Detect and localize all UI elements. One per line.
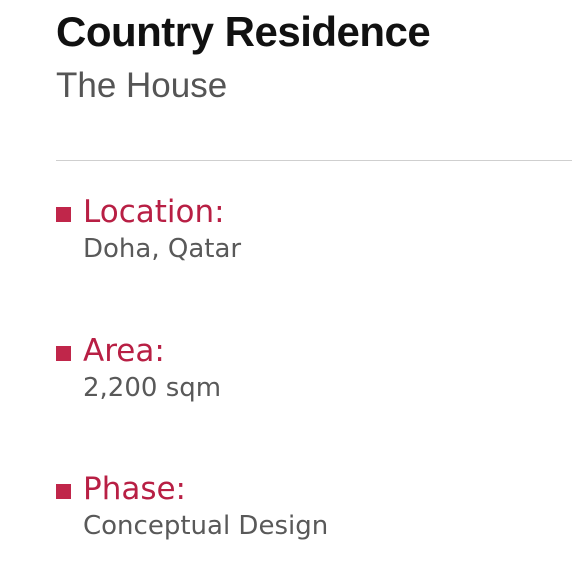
square-bullet-icon (56, 206, 71, 222)
area-value: 2,200 sqm (83, 373, 222, 403)
area-label-row: Area: (56, 331, 556, 371)
divider (56, 160, 572, 161)
phase-label-row: Phase: (56, 469, 556, 509)
location-label-row: Location: (56, 192, 556, 232)
phase-value: Conceptual Design (83, 511, 329, 541)
page-title: Country Residence (56, 8, 431, 55)
phase-label: Phase: (83, 471, 187, 507)
area-field: Area: 2,200 sqm (56, 331, 556, 403)
square-bullet-icon (56, 345, 71, 361)
page-subtitle: The House (56, 66, 228, 105)
page: { "header": { "title": "Country Residenc… (0, 0, 577, 571)
location-field: Location: Doha, Qatar (56, 192, 556, 264)
square-bullet-icon (56, 483, 71, 499)
phase-field: Phase: Conceptual Design (56, 469, 556, 541)
location-label: Location: (83, 194, 225, 230)
area-label: Area: (83, 333, 165, 369)
location-value: Doha, Qatar (83, 234, 242, 264)
